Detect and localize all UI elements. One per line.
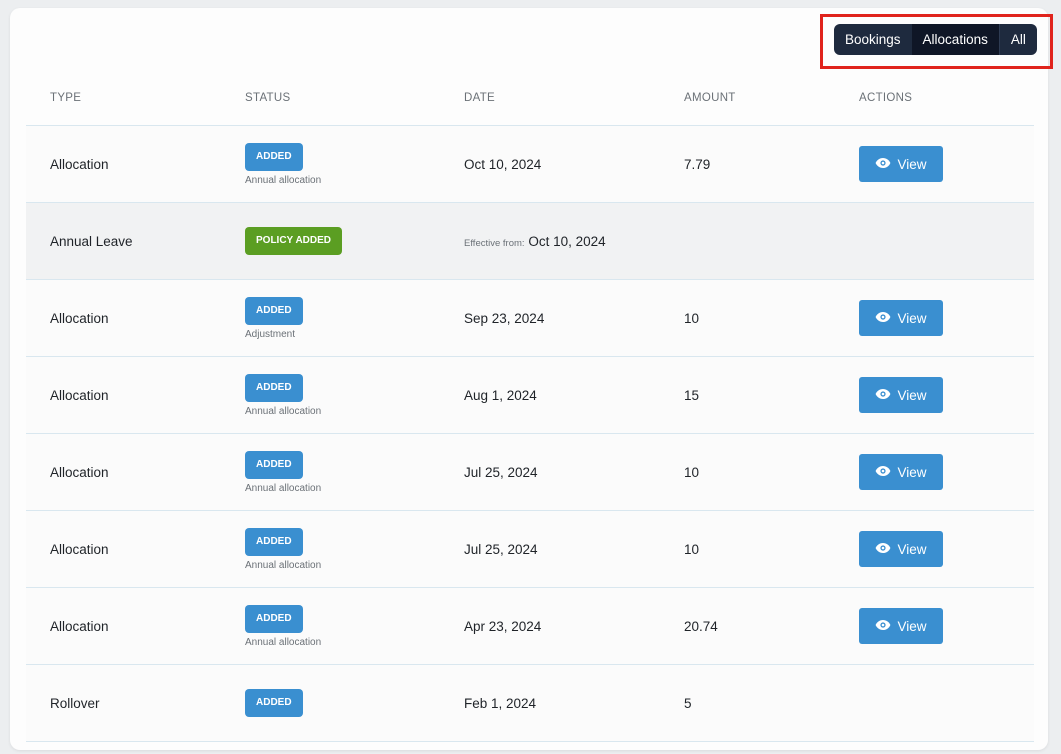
effective-from-label: Effective from: xyxy=(464,237,525,249)
date-cell: Jul 25, 2024 xyxy=(464,510,684,588)
amount-cell: 7.79 xyxy=(684,125,859,203)
actions-cell: View xyxy=(859,125,1034,203)
type-cell: Allocation xyxy=(26,125,245,203)
actions-cell: View xyxy=(859,510,1034,588)
table-header-row: TYPE STATUS DATE AMOUNT ACTIONS xyxy=(26,71,1034,126)
status-subtext: Annual allocation xyxy=(245,559,322,571)
status-badge: ADDED xyxy=(245,604,303,633)
highlight-annotation xyxy=(820,14,1053,69)
status-badge: ADDED xyxy=(245,527,303,556)
table-row: Allocation ADDED Annual allocation Aug 1, 2… xyxy=(26,356,1034,434)
view-button-label: View xyxy=(897,464,927,480)
eye-icon xyxy=(875,388,891,403)
status-badge: ADDED xyxy=(245,689,303,717)
amount-cell: 10 xyxy=(684,510,859,588)
type-cell: Allocation xyxy=(26,356,245,434)
eye-icon xyxy=(875,465,891,480)
status-badge: ADDED xyxy=(245,142,303,171)
view-button-label: View xyxy=(897,387,927,403)
status-cell: ADDED Annual allocation xyxy=(245,510,464,588)
amount-cell: 10 xyxy=(684,433,859,511)
status-cell: ADDED Annual allocation xyxy=(245,587,464,665)
view-button[interactable]: View xyxy=(859,377,943,413)
status-cell: ADDED Annual allocation xyxy=(245,125,464,203)
eye-icon xyxy=(875,157,891,172)
type-cell: Allocation xyxy=(26,279,245,357)
eye-icon xyxy=(875,619,891,634)
status-subtext: Annual allocation xyxy=(245,174,322,186)
date-cell: Oct 10, 2024 xyxy=(464,125,684,203)
actions-cell: View xyxy=(859,433,1034,511)
view-button[interactable]: View xyxy=(859,608,943,644)
type-cell: Rollover xyxy=(26,664,245,742)
status-cell: POLICY ADDED xyxy=(245,202,464,280)
status-cell: ADDED Annual allocation xyxy=(245,433,464,511)
view-button[interactable]: View xyxy=(859,531,943,567)
status-cell: ADDED Adjustment xyxy=(245,279,464,357)
eye-icon xyxy=(875,542,891,557)
type-cell: Allocation xyxy=(26,587,245,665)
type-cell: Allocation xyxy=(26,433,245,511)
date-cell: Sep 23, 2024 xyxy=(464,279,684,357)
date-cell: Aug 1, 2024 xyxy=(464,356,684,434)
amount-cell: 5 xyxy=(684,664,859,742)
status-badge: POLICY ADDED xyxy=(245,227,343,255)
amount-cell xyxy=(684,202,859,280)
date-cell: Effective from: Oct 10, 2024 xyxy=(464,202,684,280)
table-row: Allocation ADDED Annual allocation Jul 25, … xyxy=(26,510,1034,588)
eye-icon xyxy=(875,311,891,326)
status-subtext: Annual allocation xyxy=(245,405,322,417)
status-cell: ADDED xyxy=(245,664,464,742)
column-header-date: DATE xyxy=(464,71,684,126)
status-badge: ADDED xyxy=(245,450,303,479)
column-header-status: STATUS xyxy=(245,71,464,126)
effective-date: Oct 10, 2024 xyxy=(528,233,606,249)
amount-cell: 10 xyxy=(684,279,859,357)
date-cell: Feb 1, 2024 xyxy=(464,664,684,742)
table-row: Allocation ADDED Annual allocation Jul 25, … xyxy=(26,433,1034,511)
view-button-label: View xyxy=(897,618,927,634)
status-subtext: Adjustment xyxy=(245,328,296,340)
ledger-table: TYPE STATUS DATE AMOUNT ACTIONS Allocati… xyxy=(26,71,1034,742)
type-cell: Allocation xyxy=(26,510,245,588)
actions-cell: View xyxy=(859,587,1034,665)
column-header-type: TYPE xyxy=(26,71,245,126)
column-header-amount: AMOUNT xyxy=(684,71,859,126)
table-row: Allocation ADDED Adjustment Sep 23, 2024 10 V… xyxy=(26,279,1034,357)
status-cell: ADDED Annual allocation xyxy=(245,356,464,434)
view-button[interactable]: View xyxy=(859,146,943,182)
status-badge: ADDED xyxy=(245,296,303,325)
ledger-card: TYPE STATUS DATE AMOUNT ACTIONS Allocati… xyxy=(10,8,1048,750)
table-row: Annual Leave POLICY ADDED Effective from: … xyxy=(26,202,1034,280)
view-button-label: View xyxy=(897,541,927,557)
amount-cell: 15 xyxy=(684,356,859,434)
actions-cell: View xyxy=(859,279,1034,357)
view-button[interactable]: View xyxy=(859,454,943,490)
column-header-actions: ACTIONS xyxy=(859,71,1034,126)
view-button-label: View xyxy=(897,310,927,326)
type-cell: Annual Leave xyxy=(26,202,245,280)
table-body: Allocation ADDED Annual allocation Oct 10, … xyxy=(26,125,1034,742)
date-cell: Jul 25, 2024 xyxy=(464,433,684,511)
view-button-label: View xyxy=(897,156,927,172)
table-row: Allocation ADDED Annual allocation Apr 23, … xyxy=(26,587,1034,665)
view-button[interactable]: View xyxy=(859,300,943,336)
status-subtext: Annual allocation xyxy=(245,636,322,648)
table-row: Rollover ADDED Feb 1, 2024 5 xyxy=(26,664,1034,742)
date-cell: Apr 23, 2024 xyxy=(464,587,684,665)
amount-cell: 20.74 xyxy=(684,587,859,665)
status-badge: ADDED xyxy=(245,373,303,402)
table-row: Allocation ADDED Annual allocation Oct 10, … xyxy=(26,125,1034,203)
actions-cell xyxy=(859,202,1034,280)
actions-cell: View xyxy=(859,356,1034,434)
actions-cell xyxy=(859,664,1034,742)
status-subtext: Annual allocation xyxy=(245,482,322,494)
